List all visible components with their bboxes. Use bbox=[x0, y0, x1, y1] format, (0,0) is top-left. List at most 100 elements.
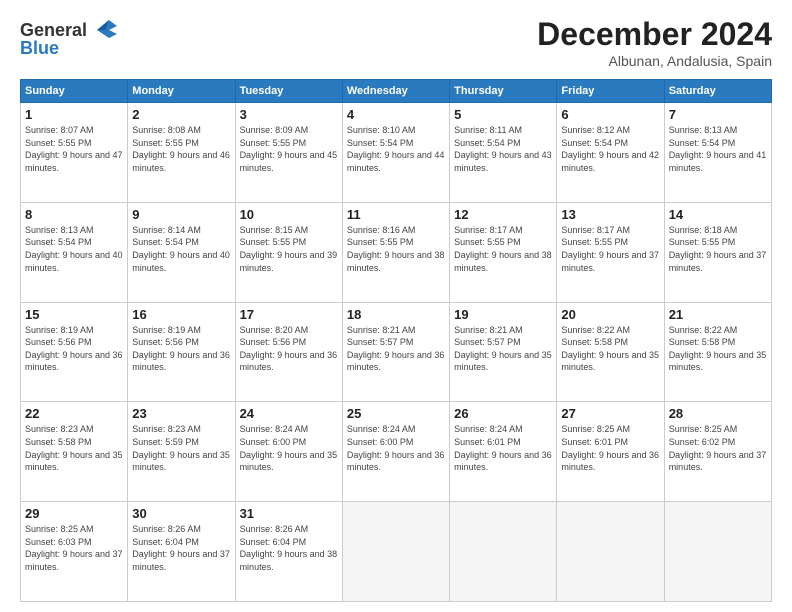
day-info: Sunrise: 8:07 AMSunset: 5:55 PMDaylight:… bbox=[25, 124, 123, 174]
calendar-cell: 29 Sunrise: 8:25 AMSunset: 6:03 PMDayligh… bbox=[21, 502, 128, 602]
day-info: Sunrise: 8:21 AMSunset: 5:57 PMDaylight:… bbox=[347, 324, 445, 374]
day-info: Sunrise: 8:20 AMSunset: 5:56 PMDaylight:… bbox=[240, 324, 338, 374]
calendar-cell: 18 Sunrise: 8:21 AMSunset: 5:57 PMDayligh… bbox=[342, 302, 449, 402]
day-info: Sunrise: 8:25 AMSunset: 6:03 PMDaylight:… bbox=[25, 523, 123, 573]
day-info: Sunrise: 8:12 AMSunset: 5:54 PMDaylight:… bbox=[561, 124, 659, 174]
day-number: 9 bbox=[132, 207, 230, 222]
day-number: 23 bbox=[132, 406, 230, 421]
calendar-cell: 21 Sunrise: 8:22 AMSunset: 5:58 PMDayligh… bbox=[664, 302, 771, 402]
header-row: Sunday Monday Tuesday Wednesday Thursday… bbox=[21, 80, 772, 103]
day-info: Sunrise: 8:13 AMSunset: 5:54 PMDaylight:… bbox=[25, 224, 123, 274]
calendar-cell: 11 Sunrise: 8:16 AMSunset: 5:55 PMDayligh… bbox=[342, 202, 449, 302]
col-monday: Monday bbox=[128, 80, 235, 103]
day-info: Sunrise: 8:19 AMSunset: 5:56 PMDaylight:… bbox=[25, 324, 123, 374]
day-number: 18 bbox=[347, 307, 445, 322]
header: General Blue December 2024 Albunan, Anda… bbox=[20, 16, 772, 69]
calendar-week-2: 15 Sunrise: 8:19 AMSunset: 5:56 PMDayligh… bbox=[21, 302, 772, 402]
calendar-cell bbox=[342, 502, 449, 602]
calendar-week-0: 1Sunrise: 8:07 AMSunset: 5:55 PMDaylight… bbox=[21, 103, 772, 203]
calendar-cell: 14 Sunrise: 8:18 AMSunset: 5:55 PMDayligh… bbox=[664, 202, 771, 302]
col-wednesday: Wednesday bbox=[342, 80, 449, 103]
calendar-cell: 31 Sunrise: 8:26 AMSunset: 6:04 PMDayligh… bbox=[235, 502, 342, 602]
day-number: 13 bbox=[561, 207, 659, 222]
day-info: Sunrise: 8:14 AMSunset: 5:54 PMDaylight:… bbox=[132, 224, 230, 274]
calendar-cell: 8 Sunrise: 8:13 AMSunset: 5:54 PMDaylight… bbox=[21, 202, 128, 302]
calendar-week-3: 22 Sunrise: 8:23 AMSunset: 5:58 PMDayligh… bbox=[21, 402, 772, 502]
day-info: Sunrise: 8:26 AMSunset: 6:04 PMDaylight:… bbox=[132, 523, 230, 573]
day-number: 5 bbox=[454, 107, 552, 122]
day-number: 19 bbox=[454, 307, 552, 322]
day-info: Sunrise: 8:25 AMSunset: 6:02 PMDaylight:… bbox=[669, 423, 767, 473]
day-number: 25 bbox=[347, 406, 445, 421]
day-number: 21 bbox=[669, 307, 767, 322]
day-info: Sunrise: 8:22 AMSunset: 5:58 PMDaylight:… bbox=[561, 324, 659, 374]
page: General Blue December 2024 Albunan, Anda… bbox=[0, 0, 792, 612]
calendar-cell: 15 Sunrise: 8:19 AMSunset: 5:56 PMDayligh… bbox=[21, 302, 128, 402]
day-number: 31 bbox=[240, 506, 338, 521]
calendar-cell: 22 Sunrise: 8:23 AMSunset: 5:58 PMDayligh… bbox=[21, 402, 128, 502]
day-number: 22 bbox=[25, 406, 123, 421]
calendar-cell: 7 Sunrise: 8:13 AMSunset: 5:54 PMDaylight… bbox=[664, 103, 771, 203]
day-info: Sunrise: 8:16 AMSunset: 5:55 PMDaylight:… bbox=[347, 224, 445, 274]
day-info: Sunrise: 8:13 AMSunset: 5:54 PMDaylight:… bbox=[669, 124, 767, 174]
day-number: 28 bbox=[669, 406, 767, 421]
day-info: Sunrise: 8:24 AMSunset: 6:00 PMDaylight:… bbox=[347, 423, 445, 473]
day-info: Sunrise: 8:10 AMSunset: 5:54 PMDaylight:… bbox=[347, 124, 445, 174]
day-number: 8 bbox=[25, 207, 123, 222]
logo: General Blue bbox=[20, 16, 121, 59]
calendar-cell: 30 Sunrise: 8:26 AMSunset: 6:04 PMDayligh… bbox=[128, 502, 235, 602]
calendar-cell: 23 Sunrise: 8:23 AMSunset: 5:59 PMDayligh… bbox=[128, 402, 235, 502]
day-info: Sunrise: 8:25 AMSunset: 6:01 PMDaylight:… bbox=[561, 423, 659, 473]
col-sunday: Sunday bbox=[21, 80, 128, 103]
col-saturday: Saturday bbox=[664, 80, 771, 103]
calendar-cell: 27 Sunrise: 8:25 AMSunset: 6:01 PMDayligh… bbox=[557, 402, 664, 502]
day-number: 16 bbox=[132, 307, 230, 322]
logo-blue: Blue bbox=[20, 38, 59, 59]
calendar-cell: 2Sunrise: 8:08 AMSunset: 5:55 PMDaylight… bbox=[128, 103, 235, 203]
calendar-cell: 1Sunrise: 8:07 AMSunset: 5:55 PMDaylight… bbox=[21, 103, 128, 203]
day-info: Sunrise: 8:23 AMSunset: 5:59 PMDaylight:… bbox=[132, 423, 230, 473]
calendar-cell: 13 Sunrise: 8:17 AMSunset: 5:55 PMDayligh… bbox=[557, 202, 664, 302]
calendar-cell: 12Sunrise: 8:17 AMSunset: 5:55 PMDayligh… bbox=[450, 202, 557, 302]
calendar-cell: 28 Sunrise: 8:25 AMSunset: 6:02 PMDayligh… bbox=[664, 402, 771, 502]
col-thursday: Thursday bbox=[450, 80, 557, 103]
day-number: 14 bbox=[669, 207, 767, 222]
day-number: 29 bbox=[25, 506, 123, 521]
calendar-cell: 10Sunrise: 8:15 AMSunset: 5:55 PMDayligh… bbox=[235, 202, 342, 302]
day-number: 2 bbox=[132, 107, 230, 122]
calendar-cell: 4 Sunrise: 8:10 AMSunset: 5:54 PMDaylight… bbox=[342, 103, 449, 203]
day-number: 4 bbox=[347, 107, 445, 122]
day-number: 11 bbox=[347, 207, 445, 222]
day-info: Sunrise: 8:21 AMSunset: 5:57 PMDaylight:… bbox=[454, 324, 552, 374]
logo-bird-icon bbox=[89, 16, 121, 44]
calendar-subtitle: Albunan, Andalusia, Spain bbox=[537, 53, 772, 69]
calendar-table: Sunday Monday Tuesday Wednesday Thursday… bbox=[20, 79, 772, 602]
calendar-week-1: 8 Sunrise: 8:13 AMSunset: 5:54 PMDaylight… bbox=[21, 202, 772, 302]
day-info: Sunrise: 8:23 AMSunset: 5:58 PMDaylight:… bbox=[25, 423, 123, 473]
day-number: 30 bbox=[132, 506, 230, 521]
calendar-cell bbox=[664, 502, 771, 602]
day-info: Sunrise: 8:11 AMSunset: 5:54 PMDaylight:… bbox=[454, 124, 552, 174]
day-number: 26 bbox=[454, 406, 552, 421]
calendar-cell: 26Sunrise: 8:24 AMSunset: 6:01 PMDayligh… bbox=[450, 402, 557, 502]
day-number: 27 bbox=[561, 406, 659, 421]
calendar-cell: 19 Sunrise: 8:21 AMSunset: 5:57 PMDayligh… bbox=[450, 302, 557, 402]
day-number: 10 bbox=[240, 207, 338, 222]
calendar-cell: 3Sunrise: 8:09 AMSunset: 5:55 PMDaylight… bbox=[235, 103, 342, 203]
calendar-title: December 2024 bbox=[537, 16, 772, 53]
day-info: Sunrise: 8:26 AMSunset: 6:04 PMDaylight:… bbox=[240, 523, 338, 573]
day-number: 6 bbox=[561, 107, 659, 122]
day-info: Sunrise: 8:22 AMSunset: 5:58 PMDaylight:… bbox=[669, 324, 767, 374]
day-number: 15 bbox=[25, 307, 123, 322]
calendar-cell bbox=[557, 502, 664, 602]
day-info: Sunrise: 8:09 AMSunset: 5:55 PMDaylight:… bbox=[240, 124, 338, 174]
calendar-cell: 20Sunrise: 8:22 AMSunset: 5:58 PMDayligh… bbox=[557, 302, 664, 402]
calendar-cell bbox=[450, 502, 557, 602]
calendar-week-4: 29 Sunrise: 8:25 AMSunset: 6:03 PMDayligh… bbox=[21, 502, 772, 602]
day-info: Sunrise: 8:17 AMSunset: 5:55 PMDaylight:… bbox=[561, 224, 659, 274]
day-info: Sunrise: 8:18 AMSunset: 5:55 PMDaylight:… bbox=[669, 224, 767, 274]
title-section: December 2024 Albunan, Andalusia, Spain bbox=[537, 16, 772, 69]
day-number: 17 bbox=[240, 307, 338, 322]
day-number: 7 bbox=[669, 107, 767, 122]
day-info: Sunrise: 8:24 AMSunset: 6:00 PMDaylight:… bbox=[240, 423, 338, 473]
